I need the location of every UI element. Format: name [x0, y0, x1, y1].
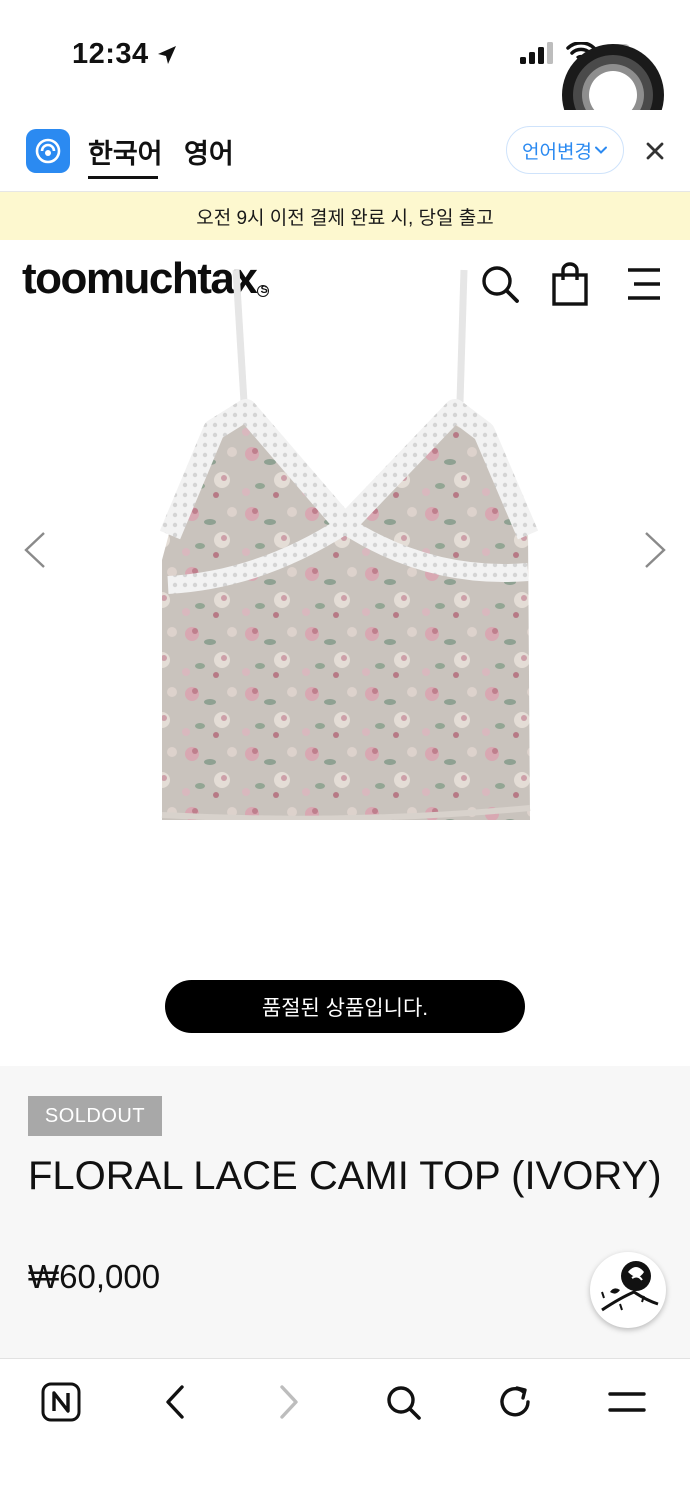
papago-logo-icon: [26, 129, 70, 173]
translate-bar: 한국어 영어 언어변경: [0, 110, 690, 192]
naver-home-icon[interactable]: [38, 1379, 84, 1425]
change-language-label: 언어변경: [522, 141, 592, 163]
previous-image-icon[interactable]: [20, 530, 50, 570]
language-tab-korean[interactable]: 한국어: [88, 132, 163, 171]
reload-icon[interactable]: [492, 1379, 538, 1425]
product-name: FLORAL LACE CAMI TOP (IVORY): [28, 1154, 662, 1198]
next-image-icon[interactable]: [640, 530, 670, 570]
product-photo: [159, 269, 539, 820]
active-tab-indicator: [88, 176, 158, 179]
soldout-message-pill: 품절된 상품입니다.: [165, 980, 525, 1033]
cellular-signal-icon: [520, 42, 553, 64]
rose-icon: [601, 1261, 659, 1312]
shipping-notice-text: 오전 9시 이전 결제 완료 시, 당일 출고: [196, 207, 494, 229]
forward-icon[interactable]: [266, 1379, 312, 1425]
product-price: ₩60,000: [28, 1258, 161, 1295]
shipping-notice-banner: 오전 9시 이전 결제 완료 시, 당일 출고: [0, 192, 690, 240]
menu-icon[interactable]: [604, 1379, 650, 1425]
product-info-section: SOLDOUT FLORAL LACE CAMI TOP (IVORY) ₩60…: [0, 1066, 690, 1358]
status-time: 12:34: [72, 38, 179, 71]
language-tab-english[interactable]: 영어: [184, 132, 234, 171]
product-image-carousel[interactable]: 품절된 상품입니다.: [0, 269, 690, 1066]
soldout-message-text: 품절된 상품입니다.: [261, 996, 429, 1020]
browser-toolbar: [0, 1358, 690, 1500]
soldout-badge: SOLDOUT: [28, 1096, 162, 1136]
search-icon[interactable]: [380, 1379, 426, 1425]
close-icon[interactable]: [642, 138, 668, 164]
clock-text: 12:34: [72, 38, 149, 70]
chat-widget-button[interactable]: [590, 1252, 666, 1328]
back-icon[interactable]: [152, 1379, 198, 1425]
location-arrow-icon: [157, 45, 176, 64]
change-language-button[interactable]: 언어변경: [506, 126, 624, 174]
chevron-down-icon: [594, 146, 607, 154]
